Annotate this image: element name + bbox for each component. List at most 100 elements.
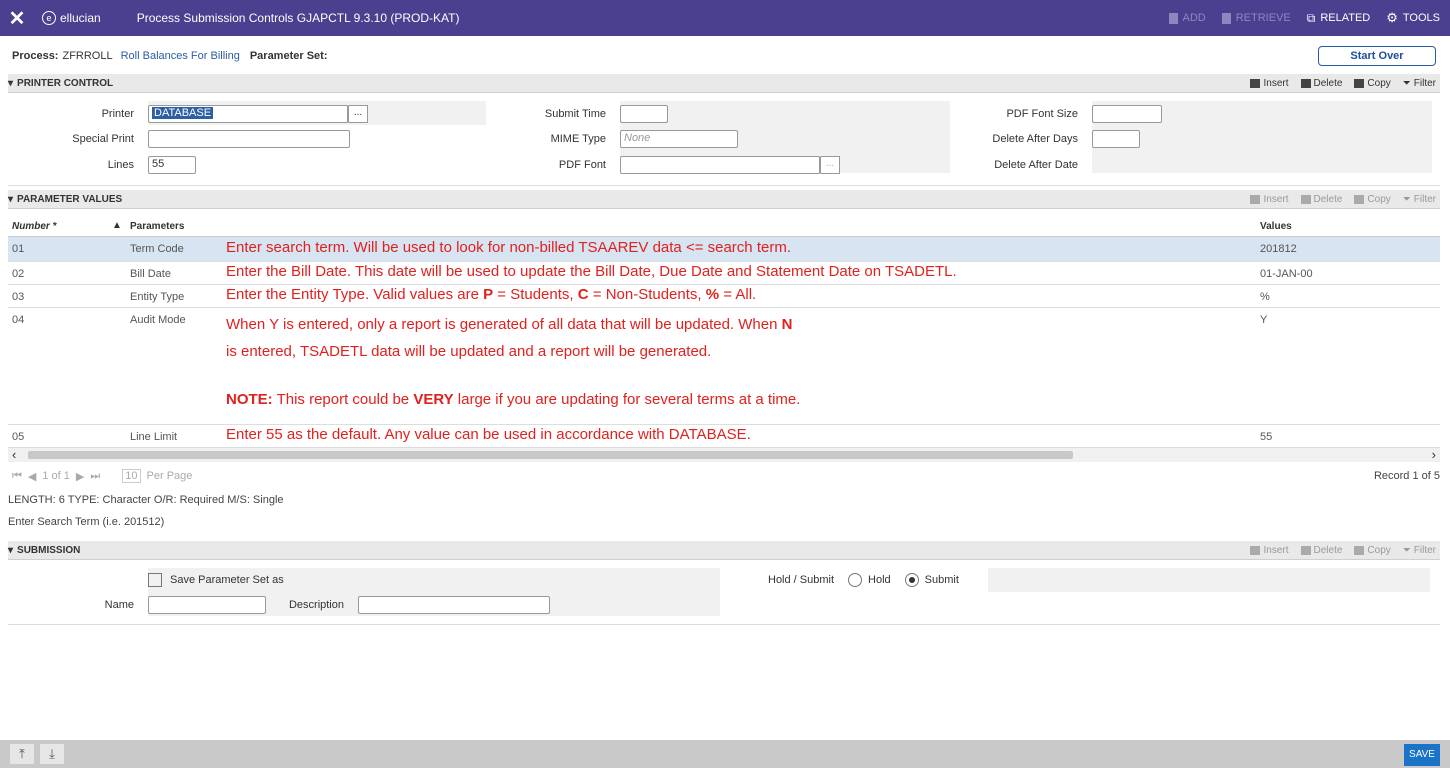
table-row[interactable]: 02 Bill Date Enter the Bill Date. This d… [8,262,1440,285]
printer-lookup-button[interactable]: ... [348,105,368,123]
row-value[interactable]: 55 [1260,431,1272,443]
delete-after-date-label: Delete After Date [994,159,1078,171]
next-block-icon[interactable]: ⤓ [40,744,64,764]
gear-icon: ⚙ [1386,10,1398,25]
hold-submit-row: Hold / Submit Hold Submit [768,568,959,592]
submission-header[interactable]: ▾ SUBMISSION Insert Delete Copy ⏷ Filter [8,541,1440,560]
printer-control-panel: Printer DATABASE ... Special Print Lines… [8,93,1440,186]
retrieve-button[interactable]: RETRIEVE [1221,10,1291,26]
save-button[interactable]: SAVE [1404,744,1440,766]
scrollbar-thumb[interactable] [28,451,1073,459]
process-bar: Process: ZFRROLL Roll Balances For Billi… [0,44,1450,68]
header-actions: ADD RETRIEVE ⧉ RELATED ⚙ TOOLS [1168,10,1450,26]
parameter-values-header[interactable]: ▾ PARAMETER VALUES Insert Delete Copy ⏷ F… [8,190,1440,209]
row-value[interactable]: % [1260,291,1270,303]
scroll-left-icon[interactable]: ‹ [12,447,16,462]
close-icon[interactable]: ✕ [0,6,34,31]
horizontal-scrollbar[interactable]: ‹ › [8,447,1440,462]
table-row[interactable]: 03 Entity Type Enter the Entity Type. Va… [8,285,1440,308]
section-tools: Insert Delete Copy ⏷ Filter [1250,545,1440,556]
row-annotation-line2: is entered, TSADETL data will be updated… [226,343,712,360]
insert-icon [1250,194,1261,204]
section-tools: Insert Delete Copy ⏷ Filter [1250,78,1440,89]
collapse-icon[interactable]: ▾ [8,545,13,556]
submit-radio[interactable] [904,573,919,587]
printer-input[interactable]: DATABASE [148,105,348,123]
submit-time-row: Submit Time [468,102,668,126]
copy-icon [1354,194,1365,204]
scroll-right-icon[interactable]: › [1432,447,1436,462]
table-row[interactable]: 04 Audit Mode When Y is entered, only a … [8,308,1440,425]
filter-button[interactable]: ⏷ Filter [1403,545,1436,556]
description-input[interactable] [358,596,550,614]
page-title: Process Submission Controls GJAPCTL 9.3.… [136,11,460,25]
collapse-icon[interactable]: ▾ [8,78,13,89]
filter-button[interactable]: ⏷ Filter [1403,194,1436,205]
pdf-font-input[interactable] [620,156,820,174]
related-icon: ⧉ [1306,10,1316,25]
parameters-column-header[interactable]: Parameters [130,221,184,232]
delete-button[interactable]: Delete [1300,78,1342,89]
hold-radio[interactable] [848,573,863,587]
row-number: 01 [12,243,25,255]
insert-button[interactable]: Insert [1250,545,1289,556]
row-number: 04 [12,314,25,326]
per-page-select[interactable]: 10 [122,469,141,483]
sort-asc-icon[interactable]: ▲ [112,220,122,231]
brand-logo: e ellucian [42,11,101,25]
pdf-font-size-row: PDF Font Size [940,102,1162,126]
mime-type-input[interactable]: None [620,130,738,148]
table-row[interactable]: 01 Term Code Enter search term. Will be … [8,237,1440,262]
process-code: ZFRROLL [62,50,113,62]
per-page-label: Per Page [146,470,193,482]
page-indicator[interactable]: 1 of 1 [42,470,70,482]
copy-button[interactable]: Copy [1354,545,1391,556]
last-page-icon[interactable]: ⏭ [90,470,100,483]
pdf-font-lookup-button[interactable]: ... [820,156,840,174]
add-button[interactable]: ADD [1168,10,1206,26]
submit-time-input[interactable] [620,105,668,123]
filter-icon: ⏷ [1402,77,1411,89]
row-value[interactable]: 201812 [1260,243,1297,255]
row-parameter: Bill Date [130,268,171,280]
row-parameter: Audit Mode [130,314,186,326]
section-title: SUBMISSION [17,544,81,556]
add-doc-icon [1168,12,1178,24]
next-page-icon[interactable]: ▶ [76,470,84,483]
ellucian-logo-icon: e [42,11,56,25]
tools-button[interactable]: ⚙ TOOLS [1386,10,1440,26]
related-button[interactable]: ⧉ RELATED [1307,10,1371,26]
copy-icon [1354,78,1365,88]
copy-button[interactable]: Copy [1354,78,1391,89]
copy-button[interactable]: Copy [1354,194,1391,205]
insert-button[interactable]: Insert [1250,194,1289,205]
app-header: ✕ e ellucian Process Submission Controls… [0,0,1450,36]
special-print-input[interactable] [148,130,350,148]
first-page-icon[interactable]: ⏮ [12,470,22,483]
values-column-header[interactable]: Values [1260,221,1292,232]
insert-button[interactable]: Insert [1250,78,1289,89]
lines-input[interactable]: 55 [148,156,196,174]
hold-submit-bg [988,568,1430,592]
delete-after-days-input[interactable] [1092,130,1140,148]
delete-after-date-row: Delete After Date [940,153,1078,177]
number-column-header[interactable]: Number * [12,221,56,232]
table-row[interactable]: 05 Line Limit Enter 55 as the default. A… [8,425,1440,448]
row-value[interactable]: 01-JAN-00 [1260,268,1313,280]
pdf-font-size-input[interactable] [1092,105,1162,123]
collapse-icon[interactable]: ▾ [8,194,13,205]
row-annotation: Enter the Bill Date. This date will be u… [226,263,957,280]
name-input[interactable] [148,596,266,614]
row-annotation: Enter 55 as the default. Any value can b… [226,426,751,443]
filter-button[interactable]: ⏷ Filter [1403,78,1436,89]
save-parameter-set-checkbox[interactable] [148,573,162,587]
process-label: Process: [12,50,59,62]
previous-block-icon[interactable]: ⤒ [10,744,34,764]
prev-page-icon[interactable]: ◀ [28,470,36,483]
section-title: PARAMETER VALUES [17,193,123,205]
delete-button[interactable]: Delete [1300,545,1342,556]
printer-control-header[interactable]: ▾ PRINTER CONTROL Insert Delete Copy ⏷ Fi… [8,74,1440,93]
start-over-button[interactable]: Start Over [1318,46,1436,66]
row-value[interactable]: Y [1260,314,1267,326]
delete-button[interactable]: Delete [1300,194,1342,205]
